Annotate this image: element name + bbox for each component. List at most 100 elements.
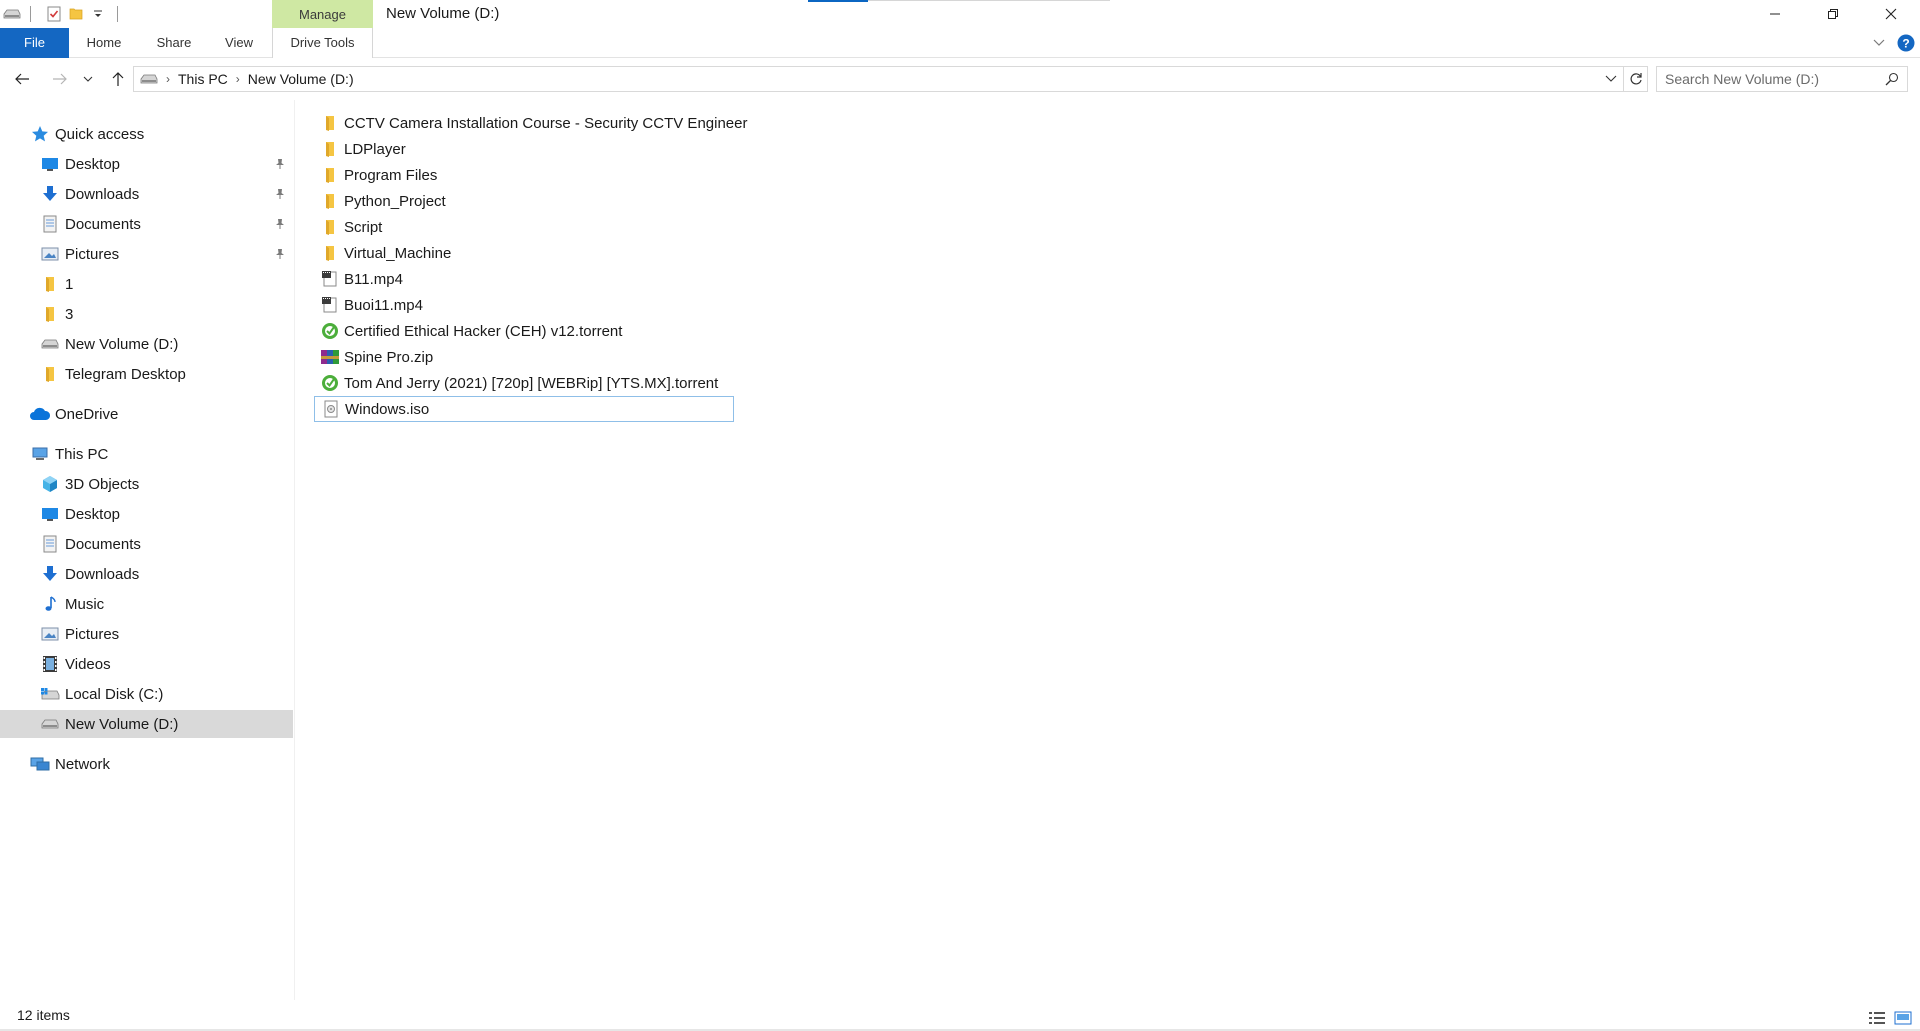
restore-button[interactable] (1804, 0, 1862, 28)
breadcrumb-chevron-icon[interactable]: › (166, 72, 170, 86)
list-item-ldplayer-folder[interactable]: LDPlayer (314, 136, 734, 162)
forward-button[interactable] (48, 66, 72, 92)
new-folder-icon[interactable] (65, 0, 87, 28)
window-controls (1746, 0, 1920, 28)
sidebar-item-downloads[interactable]: Downloads (0, 180, 293, 208)
sidebar-item-folder-1[interactable]: 1 (0, 270, 293, 298)
list-item-b11-mp4[interactable]: B11.mp4 (314, 266, 734, 292)
list-item-python-project-folder[interactable]: Python_Project (314, 188, 734, 214)
sidebar-item-pc-downloads[interactable]: Downloads (0, 560, 293, 588)
sidebar-item-documents[interactable]: Documents (0, 210, 293, 238)
recent-locations-button[interactable] (80, 66, 96, 92)
breadcrumb-chevron-icon[interactable]: › (236, 72, 240, 86)
manage-context-tab[interactable]: Manage (272, 0, 373, 28)
pane-divider[interactable] (294, 100, 295, 1000)
qat-separator (30, 6, 31, 22)
music-icon (40, 594, 60, 614)
search-input[interactable] (1665, 71, 1875, 87)
list-item-windows-iso[interactable]: Windows.iso (314, 396, 734, 422)
file-name: Python_Project (344, 192, 446, 210)
sidebar-item-folder-3[interactable]: 3 (0, 300, 293, 328)
search-box[interactable] (1656, 66, 1908, 92)
sidebar-item-local-disk-c[interactable]: Local Disk (C:) (0, 680, 293, 708)
sidebar-item-new-volume-quick[interactable]: New Volume (D:) (0, 330, 293, 358)
pin-icon[interactable] (274, 247, 286, 264)
large-icons-view-icon (1894, 1011, 1912, 1025)
file-name: Program Files (344, 166, 438, 184)
computer-icon (30, 444, 50, 464)
up-button[interactable] (106, 66, 130, 92)
search-icon[interactable] (1885, 72, 1899, 86)
address-bar[interactable]: › This PC › New Volume (D:) (133, 66, 1624, 92)
file-name: LDPlayer (344, 140, 406, 158)
list-item-virtual-machine-folder[interactable]: Virtual_Machine (314, 240, 734, 266)
sidebar-item-pc-desktop[interactable]: Desktop (0, 500, 293, 528)
file-name: B11.mp4 (344, 270, 403, 288)
list-item-ceh-torrent[interactable]: Certified Ethical Hacker (CEH) v12.torre… (314, 318, 734, 344)
sidebar-item-desktop[interactable]: Desktop (0, 150, 293, 178)
archive-icon (320, 347, 340, 367)
list-item-script-folder[interactable]: Script (314, 214, 734, 240)
pin-icon[interactable] (274, 217, 286, 234)
sidebar-item-3d-objects[interactable]: 3D Objects (0, 470, 293, 498)
status-bar: 12 items (0, 1003, 1920, 1031)
sidebar-item-videos[interactable]: Videos (0, 650, 293, 678)
breadcrumb-this-pc[interactable]: This PC (178, 71, 228, 87)
sidebar-item-music[interactable]: Music (0, 590, 293, 618)
sidebar-item-label: New Volume (D:) (65, 715, 179, 733)
svg-text:?: ? (1902, 37, 1909, 51)
sidebar-item-network[interactable]: Network (0, 750, 293, 778)
sidebar-item-pc-pictures[interactable]: Pictures (0, 620, 293, 648)
local-disk-icon (40, 684, 60, 704)
sidebar-item-pictures[interactable]: Pictures (0, 240, 293, 268)
list-item-cctv-folder[interactable]: CCTV Camera Installation Course - Securi… (314, 110, 747, 136)
help-button[interactable]: ? (1892, 28, 1920, 58)
list-item-buoi11-mp4[interactable]: Buoi11.mp4 (314, 292, 734, 318)
tab-share[interactable]: Share (154, 28, 194, 58)
customize-qat-chevron-icon[interactable] (87, 0, 109, 28)
chevron-down-icon (1605, 75, 1617, 82)
drive-icon (40, 714, 60, 734)
minimize-button[interactable] (1746, 0, 1804, 28)
disc-image-icon (321, 399, 341, 419)
restore-icon (1828, 9, 1838, 19)
tab-drive-tools[interactable]: Drive Tools (272, 28, 373, 58)
sidebar-item-this-pc[interactable]: This PC (0, 440, 293, 468)
downloads-icon (40, 184, 60, 204)
close-button[interactable] (1862, 0, 1920, 28)
sidebar-item-new-volume-d[interactable]: New Volume (D:) (0, 710, 293, 738)
address-dropdown-button[interactable] (1605, 67, 1623, 91)
video-file-icon (320, 269, 340, 289)
tab-view[interactable]: View (221, 28, 257, 58)
list-item-program-files-folder[interactable]: Program Files (314, 162, 734, 188)
minimize-icon (1770, 13, 1780, 15)
chevron-down-icon (83, 76, 93, 82)
breadcrumb-new-volume[interactable]: New Volume (D:) (248, 71, 354, 87)
ribbon-right-controls: ? (1866, 28, 1920, 58)
navigation-row: › This PC › New Volume (D:) (0, 62, 1920, 96)
list-item-spine-pro-zip[interactable]: Spine Pro.zip (314, 344, 734, 370)
file-name: Spine Pro.zip (344, 348, 434, 366)
folder-icon (320, 113, 340, 133)
sidebar-item-quick-access[interactable]: Quick access (0, 120, 293, 148)
refresh-button[interactable] (1624, 66, 1648, 92)
sidebar-item-pc-documents[interactable]: Documents (0, 530, 293, 558)
expand-ribbon-button[interactable] (1866, 28, 1892, 58)
sidebar-item-telegram-desktop[interactable]: Telegram Desktop (0, 360, 293, 388)
pin-icon[interactable] (274, 157, 286, 174)
ribbon-tab-row: File Home Share View Drive Tools ? (0, 28, 1920, 58)
details-view-button[interactable] (1868, 1010, 1886, 1026)
sidebar-item-label: Music (65, 595, 105, 613)
folder-icon (40, 274, 60, 294)
pin-icon[interactable] (274, 187, 286, 204)
list-item-tom-and-jerry-torrent[interactable]: Tom And Jerry (2021) [720p] [WEBRip] [YT… (314, 370, 734, 396)
title-accent-line-2 (868, 0, 1110, 1)
file-name: Buoi11.mp4 (344, 296, 423, 314)
sidebar-item-onedrive[interactable]: OneDrive (0, 400, 293, 428)
properties-icon[interactable] (43, 0, 65, 28)
tab-home[interactable]: Home (84, 28, 124, 58)
tab-file[interactable]: File (0, 28, 69, 58)
3d-objects-icon (40, 474, 60, 494)
back-button[interactable] (10, 66, 34, 92)
large-icons-view-button[interactable] (1894, 1010, 1912, 1026)
